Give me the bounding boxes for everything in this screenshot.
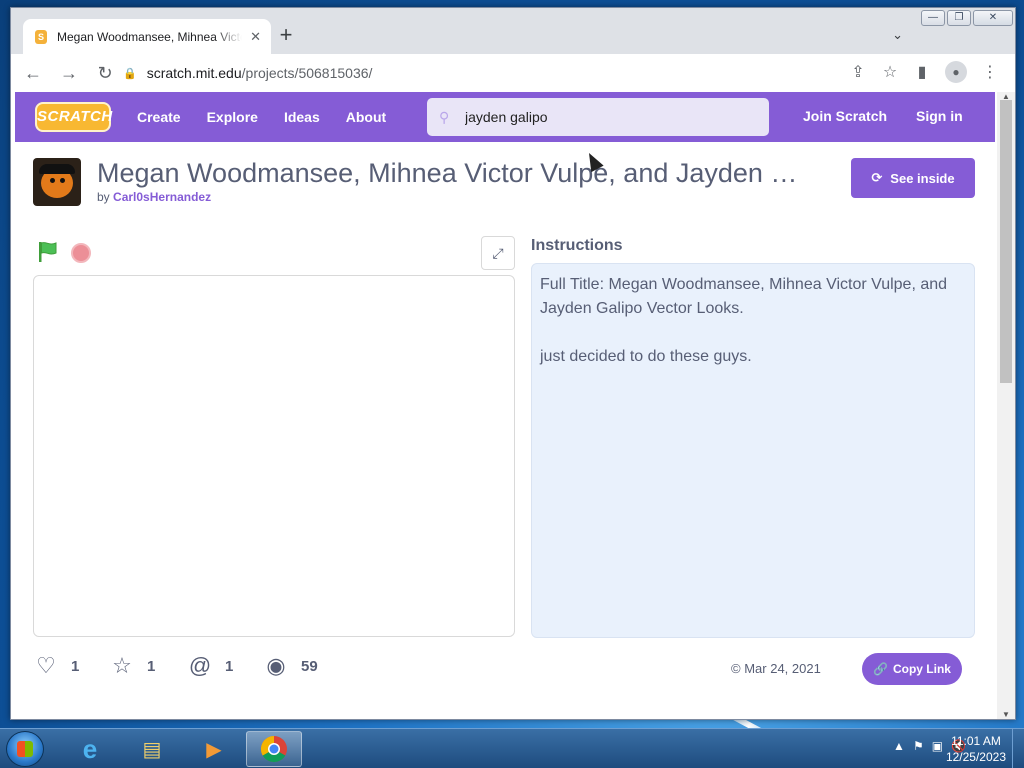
bookmark-star-icon[interactable]: ☆ bbox=[881, 62, 899, 82]
eye-icon: ◉ bbox=[266, 653, 286, 678]
shared-date: © Mar 24, 2021 bbox=[731, 661, 821, 676]
reload-icon[interactable]: ↻ bbox=[91, 59, 119, 87]
link-icon: 🔗 bbox=[873, 662, 888, 676]
project-byline: by Carl0sHernandez bbox=[97, 190, 212, 204]
maximize-button[interactable]: ❐ bbox=[947, 10, 971, 26]
search-icon: ⚲ bbox=[439, 108, 450, 125]
scratch-navbar: SCRATCH Create Explore Ideas About ⚲ Joi… bbox=[15, 92, 995, 142]
lock-icon[interactable]: 🔒 bbox=[123, 67, 137, 80]
taskbar-clock[interactable]: 11:01 AM 12/25/2023 bbox=[946, 733, 1006, 765]
player-controls: ⤢ bbox=[33, 236, 515, 276]
new-tab-button[interactable]: + bbox=[275, 24, 297, 47]
internet-explorer-icon[interactable]: e bbox=[62, 731, 118, 767]
chrome-icon[interactable] bbox=[246, 731, 302, 767]
windows-taskbar: e ▤ ▶ ▲ ⚑ ▣ 🔇 11:01 AM 12/25/2023 bbox=[0, 728, 1024, 768]
nav-explore[interactable]: Explore bbox=[207, 109, 258, 125]
network-icon[interactable]: ▣ bbox=[932, 739, 943, 753]
stop-sign-icon[interactable] bbox=[71, 243, 91, 263]
green-flag-icon[interactable] bbox=[37, 241, 59, 263]
window-controls: — ❐ ✕ bbox=[921, 10, 1013, 26]
fullscreen-expand-icon[interactable]: ⤢ bbox=[481, 236, 515, 270]
copyright-icon: © bbox=[731, 661, 741, 676]
join-scratch-link[interactable]: Join Scratch bbox=[803, 108, 887, 124]
side-panel-icon[interactable]: ▮ bbox=[913, 62, 931, 82]
heart-icon: ♡ bbox=[36, 653, 56, 678]
project-title[interactable]: Megan Woodmansee, Mihnea Victor Vulpe, a… bbox=[97, 158, 809, 189]
sign-in-link[interactable]: Sign in bbox=[916, 108, 963, 124]
browser-tab[interactable]: S Megan Woodmansee, Mihnea Victor Vulpe,… bbox=[23, 19, 271, 54]
favorite-stat[interactable]: ☆ 1 bbox=[109, 653, 155, 679]
minimize-button[interactable]: — bbox=[921, 10, 945, 26]
author-link[interactable]: Carl0sHernandez bbox=[113, 190, 211, 204]
remix-spiral-icon: @ bbox=[188, 653, 212, 678]
love-stat[interactable]: ♡ 1 bbox=[33, 653, 79, 679]
remix-stat: @ 1 bbox=[188, 653, 234, 678]
toolbar-icons: ⇪ ☆ ▮ ● ⋮ bbox=[849, 61, 999, 83]
project-stats: ♡ 1 ☆ 1 @ 1 ◉ 59 © Mar 24, 2021 🔗 Copy L… bbox=[33, 653, 983, 685]
nav-ideas[interactable]: Ideas bbox=[284, 109, 320, 125]
menu-kebab-icon[interactable]: ⋮ bbox=[981, 62, 999, 82]
media-player-icon[interactable]: ▶ bbox=[186, 731, 242, 767]
address-bar[interactable]: 🔒 scratch.mit.edu/projects/506815036/ bbox=[123, 59, 883, 87]
views-stat: ◉ 59 bbox=[263, 653, 317, 679]
page-scrollbar[interactable]: ▲ ▼ bbox=[997, 92, 1015, 719]
forward-arrow-icon[interactable]: → bbox=[55, 59, 83, 87]
instructions-heading: Instructions bbox=[531, 237, 623, 254]
start-button[interactable] bbox=[6, 731, 44, 767]
page-viewport: SCRATCH Create Explore Ideas About ⚲ Joi… bbox=[11, 92, 1015, 719]
tab-search-chevron-icon[interactable]: ⌄ bbox=[892, 27, 903, 43]
project-header: Megan Woodmansee, Mihnea Victor Vulpe, a… bbox=[33, 158, 983, 208]
instructions-line: Full Title: Megan Woodmansee, Mihnea Vic… bbox=[540, 276, 948, 317]
see-inside-button[interactable]: ⟳ See inside bbox=[851, 158, 975, 198]
url-text[interactable]: scratch.mit.edu/projects/506815036/ bbox=[147, 65, 373, 81]
search-input[interactable] bbox=[465, 109, 745, 125]
instructions-panel: Full Title: Megan Woodmansee, Mihnea Vic… bbox=[531, 263, 975, 638]
tab-strip: S Megan Woodmansee, Mihnea Victor Vulpe,… bbox=[11, 8, 1015, 54]
scrollbar-thumb[interactable] bbox=[1000, 100, 1012, 383]
project-stage[interactable] bbox=[33, 275, 515, 637]
tray-expand-icon[interactable]: ▲ bbox=[893, 739, 905, 753]
tab-close-icon[interactable]: ✕ bbox=[250, 29, 261, 45]
profile-avatar-icon[interactable]: ● bbox=[945, 61, 967, 83]
search-box[interactable]: ⚲ bbox=[427, 98, 769, 136]
show-desktop-button[interactable] bbox=[1012, 729, 1024, 768]
nav-about[interactable]: About bbox=[346, 109, 386, 125]
scratch-logo[interactable]: SCRATCH bbox=[35, 102, 112, 132]
scratch-favicon-icon: S bbox=[35, 29, 47, 44]
scroll-down-arrow-icon[interactable]: ▼ bbox=[997, 710, 1015, 719]
action-center-flag-icon[interactable]: ⚑ bbox=[913, 739, 924, 753]
close-window-button[interactable]: ✕ bbox=[973, 10, 1013, 26]
instructions-line: just decided to do these guys. bbox=[540, 348, 752, 365]
author-avatar[interactable] bbox=[33, 158, 81, 206]
remix-arrows-icon: ⟳ bbox=[871, 170, 883, 185]
star-icon: ☆ bbox=[112, 653, 132, 678]
windows-logo-icon bbox=[17, 741, 33, 757]
browser-window: S Megan Woodmansee, Mihnea Victor Vulpe,… bbox=[10, 7, 1016, 720]
share-icon[interactable]: ⇪ bbox=[849, 62, 867, 82]
back-arrow-icon[interactable]: ← bbox=[19, 59, 47, 87]
chrome-logo-icon bbox=[260, 735, 287, 763]
browser-toolbar: ← → ↻ 🔒 scratch.mit.edu/projects/5068150… bbox=[11, 54, 1015, 92]
copy-link-button[interactable]: 🔗 Copy Link bbox=[862, 653, 962, 685]
nav-create[interactable]: Create bbox=[137, 109, 181, 125]
tab-title: Megan Woodmansee, Mihnea Victor Vulpe, a… bbox=[57, 29, 242, 44]
file-explorer-icon[interactable]: ▤ bbox=[124, 731, 180, 767]
